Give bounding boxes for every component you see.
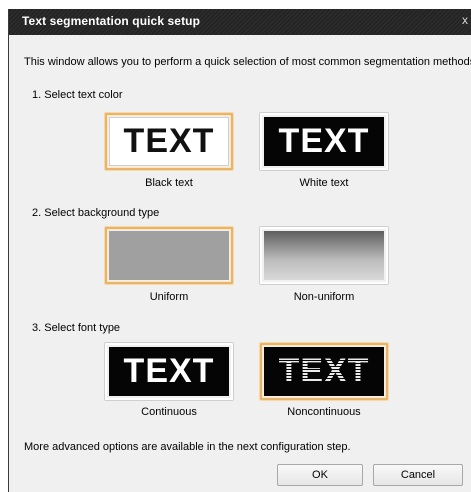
title-bar[interactable]: Text segmentation quick setup x bbox=[9, 9, 471, 35]
option-uniform[interactable] bbox=[105, 227, 233, 284]
noncontinuous-sample-text: TEXT bbox=[278, 352, 370, 390]
option-noncontinuous[interactable]: TEXT bbox=[260, 343, 388, 400]
section-heading-text-color: 1. Select text color bbox=[32, 89, 123, 101]
section-heading-font-type: 3. Select font type bbox=[32, 322, 121, 334]
option-label-white-text: White text bbox=[299, 177, 349, 189]
quick-setup-dialog: Text segmentation quick setup x This win… bbox=[8, 9, 471, 492]
footer-note: More advanced options are available in t… bbox=[24, 441, 351, 453]
ok-button[interactable]: OK bbox=[277, 464, 363, 486]
noncontinuous-font-sample: TEXT bbox=[264, 347, 384, 396]
option-label-continuous: Continuous bbox=[141, 406, 197, 418]
black-text-sample: TEXT bbox=[109, 117, 229, 166]
section-heading-background-type: 2. Select background type bbox=[32, 207, 160, 219]
non-uniform-background-sample bbox=[264, 231, 384, 280]
option-black-text[interactable]: TEXT bbox=[105, 113, 233, 170]
cancel-button[interactable]: Cancel bbox=[373, 464, 463, 486]
option-white-text[interactable]: TEXT bbox=[260, 113, 388, 170]
continuous-font-sample: TEXT bbox=[109, 347, 229, 396]
option-label-black-text: Black text bbox=[145, 177, 193, 189]
close-icon[interactable]: x bbox=[462, 13, 468, 27]
uniform-background-sample bbox=[109, 231, 229, 280]
white-text-sample: TEXT bbox=[264, 117, 384, 166]
option-continuous[interactable]: TEXT bbox=[105, 343, 233, 400]
option-label-uniform: Uniform bbox=[149, 291, 189, 303]
option-label-noncontinuous: Noncontinuous bbox=[287, 406, 361, 418]
window-title: Text segmentation quick setup bbox=[22, 14, 201, 28]
option-non-uniform[interactable] bbox=[260, 227, 388, 284]
option-label-non-uniform: Non-uniform bbox=[293, 291, 355, 303]
intro-text: This window allows you to perform a quic… bbox=[24, 56, 471, 68]
